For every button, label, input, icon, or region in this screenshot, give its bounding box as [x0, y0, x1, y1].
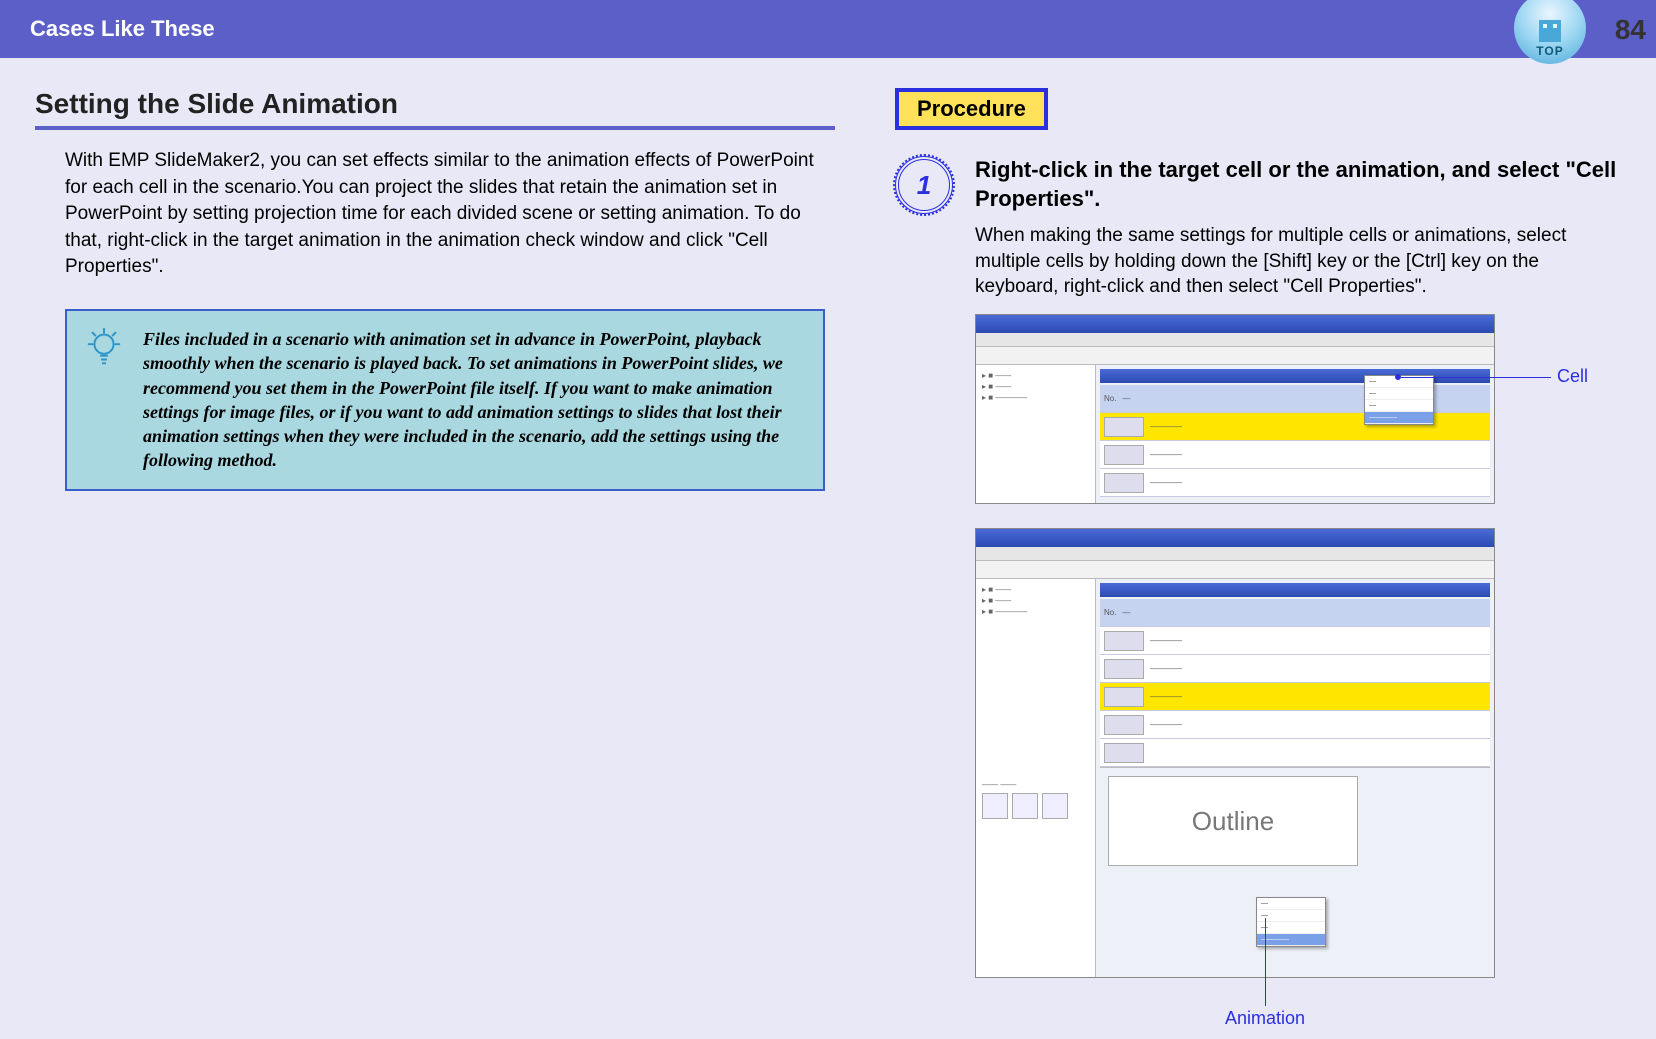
section-title: Setting the Slide Animation	[35, 88, 835, 130]
callout-line	[1401, 377, 1551, 378]
screenshot-cell: ▸ ■ ——▸ ■ ——▸ ■ ———— No.— ———— ———— ————…	[975, 314, 1495, 504]
step-number-badge: 1	[895, 156, 953, 214]
screenshot-animation: ▸ ■ ——▸ ■ ——▸ ■ ———— —— ——	[975, 528, 1495, 978]
tip-box: Files included in a scenario with animat…	[65, 309, 825, 491]
lightbulb-icon	[81, 325, 127, 371]
outline-preview: Outline	[1108, 776, 1358, 866]
step-text: When making the same settings for multip…	[975, 223, 1625, 300]
callout-line	[1265, 918, 1266, 1006]
header-title: Cases Like These	[30, 16, 215, 42]
step-title: Right-click in the target cell or the an…	[975, 156, 1625, 213]
top-button-label: TOP	[1536, 44, 1563, 58]
page-number: 84	[1615, 14, 1646, 46]
procedure-label: Procedure	[895, 88, 1048, 130]
screenshot-animation-wrap: ▸ ■ ——▸ ■ ——▸ ■ ———— —— ——	[975, 528, 1625, 978]
top-button[interactable]: TOP	[1514, 0, 1586, 64]
section-body: With EMP SlideMaker2, you can set effect…	[35, 148, 835, 281]
callout-animation: Animation	[1225, 1008, 1305, 1029]
screenshot-cell-wrap: ▸ ■ ——▸ ■ ——▸ ■ ———— No.— ———— ———— ————…	[975, 314, 1625, 504]
procedure-step: 1 Right-click in the target cell or the …	[895, 156, 1625, 1002]
tip-text: Files included in a scenario with animat…	[143, 329, 783, 470]
header-bar: Cases Like These TOP 84	[0, 0, 1656, 58]
building-icon	[1539, 20, 1561, 42]
callout-cell: Cell	[1557, 366, 1588, 387]
